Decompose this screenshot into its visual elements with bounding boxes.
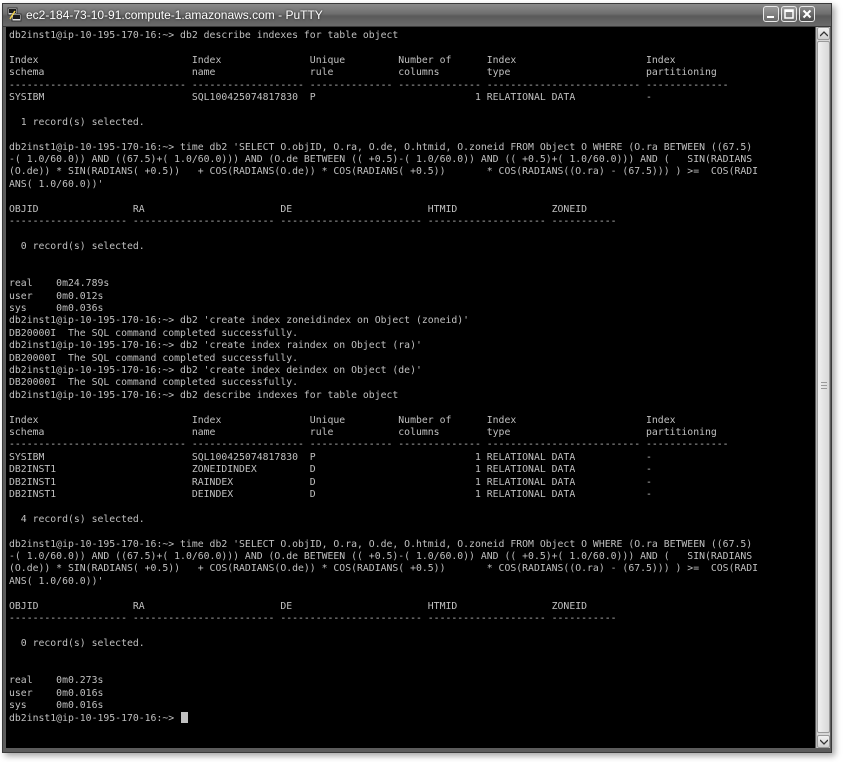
terminal-line: -------------------- -------------------… <box>9 216 617 228</box>
terminal-line: db2inst1@ip-10-195-170-16:~> time db2 'S… <box>9 141 753 153</box>
terminal-line: user 0m0.012s <box>9 290 104 302</box>
close-icon <box>802 9 812 19</box>
terminal-line: db2inst1@ip-10-195-170-16:~> db2 'create… <box>9 315 470 327</box>
terminal-line: sys 0m0.016s <box>9 699 104 711</box>
terminal-line: 0 record(s) selected. <box>9 637 145 649</box>
terminal-line: db2inst1@ip-10-195-170-16:~> time db2 'S… <box>9 538 753 550</box>
terminal-line: DB2INST1 ZONEIDINDEX D 1 RELATIONAL DATA… <box>9 464 652 476</box>
terminal-line: db2inst1@ip-10-195-170-16:~> db2 describ… <box>9 389 399 401</box>
scrollbar-grip <box>821 382 827 389</box>
scrollbar-thumb[interactable] <box>817 41 830 733</box>
terminal-line: db2inst1@ip-10-195-170-16:~> db2 describ… <box>9 30 399 41</box>
maximize-icon <box>784 9 794 19</box>
terminal-line: db2inst1@ip-10-195-170-16:~> db2 'create… <box>9 340 422 352</box>
maximize-button[interactable] <box>781 6 797 22</box>
shell-prompt: db2inst1@ip-10-195-170-16:~> <box>9 713 181 725</box>
title-bar[interactable]: ec2-184-73-10-91.compute-1.amazonaws.com… <box>3 4 831 27</box>
terminal-line: (O.de)) * SIN(RADIANS( +0.5)) + COS(RADI… <box>9 166 759 178</box>
terminal-output: db2inst1@ip-10-195-170-16:~> db2 describ… <box>9 30 758 725</box>
terminal-line: DB2INST1 RAINDEX D 1 RELATIONAL DATA - <box>9 476 652 488</box>
terminal-line: 4 record(s) selected. <box>9 513 145 525</box>
terminal-line: SYSIBM SQL100425074817830 P 1 RELATIONAL… <box>9 451 652 463</box>
scroll-up-button[interactable] <box>817 27 830 40</box>
terminal-line: ANS( 1.0/60.0))' <box>9 178 104 190</box>
terminal-line: OBJID RA DE HTMID ZONEID <box>9 600 588 612</box>
terminal-line: sys 0m0.036s <box>9 302 104 314</box>
terminal-line: OBJID RA DE HTMID ZONEID <box>9 203 588 215</box>
terminal-line: DB20000I The SQL command completed succe… <box>9 327 299 339</box>
scroll-down-button[interactable] <box>817 735 830 748</box>
terminal-line: DB2INST1 DEINDEX D 1 RELATIONAL DATA - <box>9 489 652 501</box>
terminal-line: schema name rule columns type partitioni… <box>9 67 717 79</box>
terminal-line: (O.de)) * SIN(RADIANS( +0.5)) + COS(RADI… <box>9 563 759 575</box>
terminal-line: 0 record(s) selected. <box>9 240 145 252</box>
terminal-line: db2inst1@ip-10-195-170-16:~> db2 'create… <box>9 364 422 376</box>
scroll-down-arrow-icon <box>820 739 828 745</box>
terminal-line: -------------------- -------------------… <box>9 613 617 625</box>
terminal-line: DB20000I The SQL command completed succe… <box>9 352 299 364</box>
terminal-line: SYSIBM SQL100425074817830 P 1 RELATIONAL… <box>9 92 652 104</box>
prompt-line: db2inst1@ip-10-195-170-16:~> <box>9 712 758 724</box>
terminal-line: 1 record(s) selected. <box>9 116 145 128</box>
terminal-line: Index Index Unique Number of Index Index <box>9 54 676 66</box>
close-button[interactable] <box>799 6 815 22</box>
terminal-line: DB20000I The SQL command completed succe… <box>9 377 299 389</box>
terminal-line: Index Index Unique Number of Index Index <box>9 414 676 426</box>
terminal-line: user 0m0.016s <box>9 687 104 699</box>
scroll-up-arrow-icon <box>820 31 828 37</box>
minimize-icon <box>767 16 774 18</box>
terminal-line: -( 1.0/60.0)) AND ((67.5)+( 1.0/60.0))) … <box>9 154 753 166</box>
terminal-line: ANS( 1.0/60.0))' <box>9 575 104 587</box>
terminal-line: -( 1.0/60.0)) AND ((67.5)+( 1.0/60.0))) … <box>9 551 753 563</box>
terminal-line: ------------------------------ ---------… <box>9 439 729 451</box>
terminal-line: real 0m0.273s <box>9 675 104 687</box>
terminal-line: ------------------------------ ---------… <box>9 79 729 91</box>
terminal-area[interactable]: db2inst1@ip-10-195-170-16:~> db2 describ… <box>6 27 815 748</box>
putty-window: ec2-184-73-10-91.compute-1.amazonaws.com… <box>2 3 832 753</box>
putty-icon[interactable] <box>7 7 22 22</box>
window-title: ec2-184-73-10-91.compute-1.amazonaws.com… <box>26 8 323 22</box>
terminal-line: schema name rule columns type partitioni… <box>9 427 717 438</box>
vertical-scrollbar[interactable] <box>816 27 830 748</box>
text-cursor <box>181 712 189 724</box>
minimize-button[interactable] <box>763 6 779 22</box>
terminal-line: real 0m24.789s <box>9 278 110 290</box>
